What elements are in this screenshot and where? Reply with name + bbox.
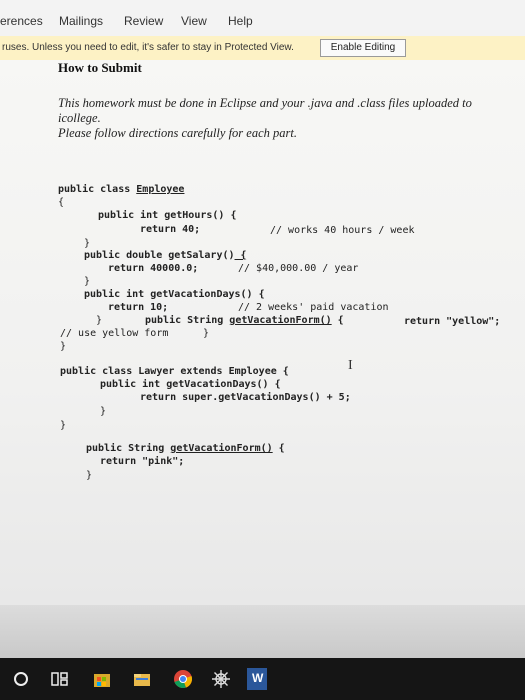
word-icon-letter: W (252, 671, 264, 685)
code-line: } (60, 420, 67, 431)
code-text: public double getSalary() (84, 250, 235, 261)
code-comment: // works 40 hours / week (270, 225, 415, 236)
menu-references[interactable]: erences (0, 14, 43, 28)
file-explorer-icon[interactable] (132, 668, 152, 690)
code-line: public int getHours() { (98, 210, 237, 221)
code-line: public int getVacationDays() { (100, 379, 281, 390)
code-line: } (84, 276, 91, 287)
network-gear-icon[interactable] (210, 668, 232, 690)
code-line: } (84, 238, 91, 249)
code-line: } (203, 328, 210, 339)
code-line: public String getVacationForm() { (145, 315, 344, 327)
code-line: } (96, 315, 103, 326)
code-text: return "yellow"; (404, 316, 501, 327)
code-line: return "yellow"; (404, 316, 500, 328)
code-line: } (100, 406, 107, 417)
chrome-icon[interactable] (172, 668, 194, 690)
code-line: } (86, 470, 93, 481)
code-comment: // 2 weeks' paid vacation (238, 302, 389, 313)
code-line: return super.getVacationDays() + 5; (140, 392, 351, 403)
code-class-name: Employee (136, 184, 185, 195)
code-line: return 10; (108, 302, 169, 313)
menu-view[interactable]: View (181, 14, 207, 28)
intro-paragraph: This homework must be done in Eclipse an… (58, 96, 498, 141)
task-view-icon[interactable] (50, 668, 70, 690)
code-text: public String (145, 315, 230, 326)
code-text: { (234, 250, 247, 261)
window-bottom-area (0, 605, 525, 658)
code-line: public double getSalary() { (84, 250, 247, 262)
protected-view-bar: ruses. Unless you need to edit, it's saf… (0, 36, 525, 61)
menu-mailings[interactable]: Mailings (59, 14, 103, 28)
windows-taskbar: W (0, 658, 525, 700)
code-line: public String getVacationForm() { (86, 443, 285, 455)
protected-view-message: ruses. Unless you need to edit, it's saf… (2, 42, 294, 53)
intro-line-3: Please follow directions carefully for e… (58, 126, 297, 140)
code-line: public class Employee (58, 184, 184, 196)
document-heading: How to Submit (58, 60, 142, 75)
cortana-circle-icon[interactable] (12, 668, 30, 690)
ribbon-menu-bar: erences Mailings Review View Help (0, 0, 525, 36)
text-cursor-icon: I (348, 358, 353, 373)
code-line: return 40000.0; (108, 263, 199, 274)
menu-review[interactable]: Review (124, 14, 163, 28)
code-method-name: getVacationForm() (170, 443, 273, 454)
code-line: public class Lawyer extends Employee { (60, 366, 289, 377)
code-line: public int getVacationDays() { (84, 289, 265, 300)
code-method-name: getVacationForm() (229, 315, 332, 326)
intro-line-2: icollege. (58, 111, 101, 125)
enable-editing-button[interactable]: Enable Editing (320, 39, 406, 57)
menu-help[interactable]: Help (228, 14, 253, 28)
code-text: { (331, 315, 344, 326)
code-text: public String (86, 443, 171, 454)
code-line: } (60, 341, 67, 352)
word-icon[interactable]: W (247, 668, 267, 690)
code-line: { (58, 197, 65, 208)
code-keyword: public class (58, 184, 137, 195)
code-line: return "pink"; (100, 456, 185, 467)
code-line: return 40; (140, 224, 201, 235)
intro-line-1: This homework must be done in Eclipse an… (58, 96, 472, 110)
code-comment: // $40,000.00 / year (238, 263, 359, 274)
code-text: { (272, 443, 285, 454)
store-icon[interactable] (92, 668, 112, 690)
code-comment: // use yellow form (60, 328, 169, 339)
